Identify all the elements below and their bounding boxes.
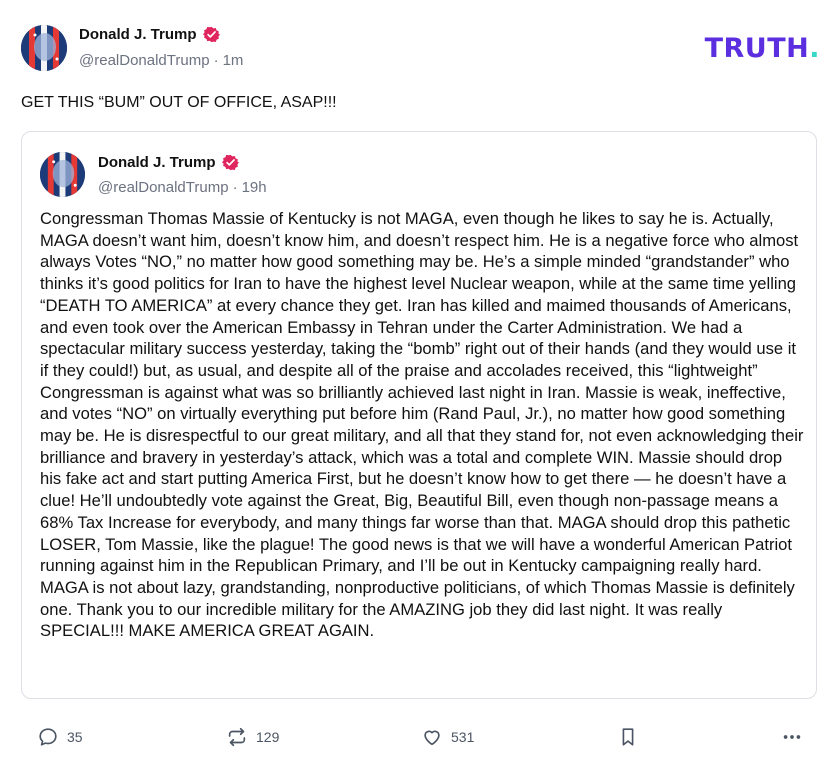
quoted-post-time[interactable]: 19h [242, 179, 267, 196]
brand-dot: . [809, 33, 820, 64]
ellipsis-icon [783, 735, 801, 739]
action-bar: 35 129 531 [0, 718, 840, 758]
comment-bubble-icon [39, 728, 57, 746]
separator-dot: · [232, 179, 238, 196]
author-avatar[interactable] [21, 25, 67, 71]
quoted-author-handle[interactable]: @realDonaldTrump [98, 179, 229, 196]
quoted-post-card[interactable]: Donald J. Trump @realDonaldTrump · 19h Con… [21, 131, 817, 699]
truth-logo[interactable]: TRUTH. [705, 33, 820, 64]
author-handle[interactable]: @realDonaldTrump [79, 52, 210, 69]
bookmark-icon [622, 728, 634, 746]
bookmark-button[interactable] [617, 726, 639, 748]
post-text: GET THIS “BUM” OUT OF OFFICE, ASAP!!! [21, 94, 337, 111]
quoted-author-name-row: Donald J. Trump [98, 154, 239, 171]
reply-count: 35 [67, 729, 83, 745]
like-count: 531 [451, 729, 475, 745]
quoted-author-avatar[interactable] [40, 152, 85, 197]
brand-text: TRUTH [704, 33, 810, 64]
separator-dot: · [213, 52, 219, 69]
heart-icon [424, 730, 440, 746]
quoted-post-body: Congressman Thomas Massie of Kentucky is… [40, 209, 804, 641]
author-name-row: Donald J. Trump [79, 26, 220, 43]
author-name[interactable]: Donald J. Trump [79, 26, 197, 43]
verified-badge-icon [221, 154, 239, 171]
retruth-button[interactable]: 129 [226, 726, 279, 748]
avatar-image [21, 25, 67, 71]
repost-arrows-icon [228, 727, 246, 747]
retruth-count: 129 [256, 729, 280, 745]
quoted-author-handle-row: @realDonaldTrump · 19h [98, 179, 267, 196]
quoted-author-name[interactable]: Donald J. Trump [98, 154, 216, 171]
avatar-image [40, 152, 85, 197]
more-options-button[interactable] [781, 726, 803, 748]
post-time[interactable]: 1m [223, 52, 244, 69]
reply-button[interactable]: 35 [37, 726, 83, 748]
like-button[interactable]: 531 [421, 726, 474, 748]
verified-badge-icon [202, 26, 220, 43]
author-handle-row: @realDonaldTrump · 1m [79, 52, 243, 69]
